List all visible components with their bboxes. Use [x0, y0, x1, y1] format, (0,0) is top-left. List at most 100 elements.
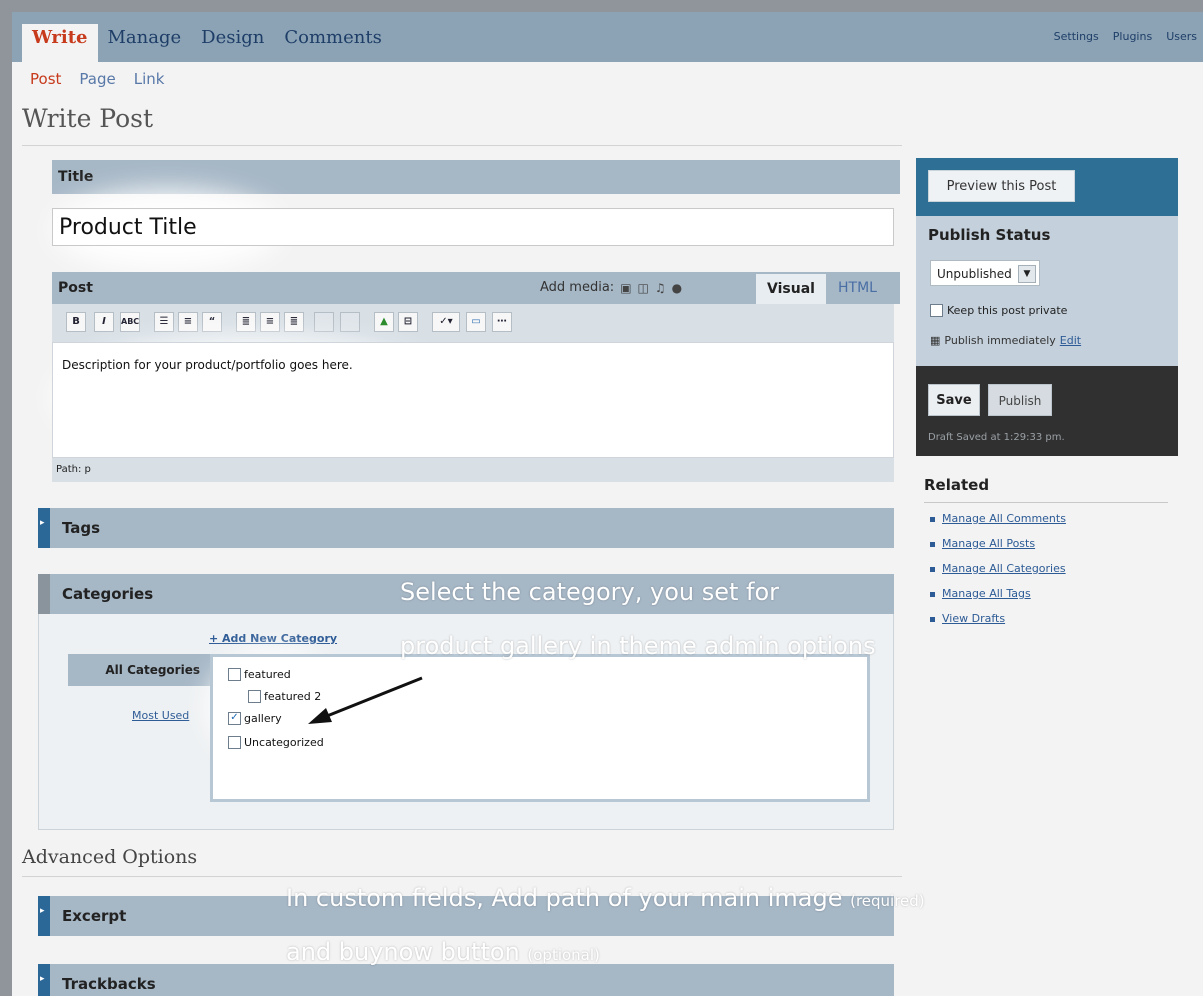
subtab-post[interactable]: Post: [30, 70, 61, 88]
category-checkbox[interactable]: [248, 690, 261, 703]
top-navigation: Write Manage Design Comments Settings Pl…: [12, 12, 1203, 62]
kitchen-sink-icon[interactable]: ⋯: [492, 312, 512, 332]
annotation-category-line1: Select the category, you set for: [400, 578, 780, 606]
insert-image-icon[interactable]: ▲: [374, 312, 394, 332]
unlink-icon[interactable]: [340, 312, 360, 332]
collapse-toggle-icon[interactable]: [38, 574, 50, 614]
calendar-icon: ▦: [930, 334, 941, 347]
related-link-drafts[interactable]: View Drafts: [930, 612, 1066, 637]
annotation-required: (required): [850, 892, 925, 910]
tab-most-used[interactable]: Most Used: [132, 709, 189, 722]
add-media-icon[interactable]: ●: [672, 281, 682, 295]
publish-timestamp: ▦ Publish immediately Edit: [930, 334, 1081, 347]
post-content-text: Description for your product/portfolio g…: [62, 358, 353, 372]
settings-link[interactable]: Settings: [1054, 30, 1099, 43]
user-nav: Settings Plugins Users: [1054, 30, 1197, 43]
status-select[interactable]: Unpublished ▼: [930, 260, 1040, 286]
fullscreen-icon[interactable]: ▭: [466, 312, 486, 332]
tab-write[interactable]: Write: [22, 24, 98, 62]
chevron-down-icon[interactable]: ▼: [1018, 265, 1036, 283]
excerpt-box-label: Excerpt: [62, 907, 127, 925]
wp-admin-window: Write Manage Design Comments Settings Pl…: [12, 12, 1203, 996]
publish-immediately-label: Publish immediately: [944, 334, 1056, 347]
category-item[interactable]: featured: [228, 668, 291, 681]
blockquote-icon[interactable]: “: [202, 312, 222, 332]
tab-visual[interactable]: Visual: [756, 274, 826, 304]
category-label: featured: [244, 668, 291, 681]
category-checkbox-checked[interactable]: ✓: [228, 712, 241, 725]
tab-manage[interactable]: Manage: [98, 24, 192, 52]
expand-toggle-icon[interactable]: [38, 896, 50, 936]
add-video-icon[interactable]: ◫: [638, 281, 649, 295]
related-divider: [924, 502, 1168, 503]
category-item[interactable]: Uncategorized: [228, 736, 324, 749]
related-link-comments[interactable]: Manage All Comments: [930, 512, 1066, 537]
users-link[interactable]: Users: [1166, 30, 1197, 43]
related-link-categories[interactable]: Manage All Categories: [930, 562, 1066, 587]
subtab-link[interactable]: Link: [134, 70, 165, 88]
trackbacks-box[interactable]: Trackbacks: [38, 964, 894, 996]
annotation-custom-line1: In custom fields, Add path of your main …: [286, 884, 925, 912]
add-media-label: Add media:: [540, 280, 615, 295]
draft-saved-status: Draft Saved at 1:29:33 pm.: [928, 432, 1065, 443]
title-divider: [22, 145, 902, 146]
add-media: Add media: ▣ ◫ ♫ ●: [540, 280, 682, 295]
category-label: gallery: [244, 712, 282, 725]
category-checkbox[interactable]: [228, 736, 241, 749]
align-right-icon[interactable]: ≣: [284, 312, 304, 332]
annotation-category-line2: product gallery in theme admin options: [400, 632, 876, 660]
annotation-optional: (optional): [527, 946, 600, 964]
link-icon[interactable]: [314, 312, 334, 332]
save-button[interactable]: Save: [928, 384, 980, 416]
annotation-custom-text: and buynow button: [286, 938, 520, 966]
related-links: Manage All Comments Manage All Posts Man…: [930, 512, 1066, 637]
align-left-icon[interactable]: ≣: [236, 312, 256, 332]
related-link-tags[interactable]: Manage All Tags: [930, 587, 1066, 612]
numbered-list-icon[interactable]: ≡: [178, 312, 198, 332]
tab-all-categories[interactable]: All Categories: [68, 654, 210, 686]
post-title-input[interactable]: Product Title: [52, 208, 894, 246]
category-checkbox[interactable]: [228, 668, 241, 681]
more-tag-icon[interactable]: ⊟: [398, 312, 418, 332]
trackbacks-box-label: Trackbacks: [62, 975, 156, 993]
sub-nav: Post Page Link: [30, 70, 164, 88]
main-nav: Write Manage Design Comments: [22, 24, 392, 62]
tab-comments[interactable]: Comments: [274, 24, 391, 52]
status-select-value: Unpublished: [937, 267, 1012, 281]
subtab-page[interactable]: Page: [79, 70, 115, 88]
tab-html[interactable]: HTML: [838, 280, 877, 296]
title-box-header: Title: [52, 160, 900, 194]
tab-design[interactable]: Design: [191, 24, 274, 52]
categories-box-label: Categories: [62, 585, 154, 603]
add-audio-icon[interactable]: ♫: [655, 281, 666, 295]
related-title: Related: [924, 476, 990, 494]
add-new-category-link[interactable]: + Add New Category: [209, 632, 337, 645]
arrow-annotation: [308, 676, 423, 724]
spellcheck-icon[interactable]: ✓▾: [432, 312, 460, 332]
advanced-divider: [22, 876, 902, 877]
align-center-icon[interactable]: ≡: [260, 312, 280, 332]
editor-toolbar: B I ABC ☰ ≡ “ ≣ ≡ ≣ ▲ ⊟ ✓▾ ▭ ⋯: [52, 304, 894, 342]
bullet-list-icon[interactable]: ☰: [154, 312, 174, 332]
preview-post-button[interactable]: Preview this Post: [928, 170, 1075, 202]
editor-path-bar: Path: p: [52, 458, 894, 482]
keep-private-option[interactable]: Keep this post private: [930, 304, 1067, 317]
category-item[interactable]: ✓ gallery: [228, 712, 282, 725]
publish-button[interactable]: Publish: [988, 384, 1052, 416]
page-title: Write Post: [22, 104, 154, 133]
italic-icon[interactable]: I: [94, 312, 114, 332]
related-link-posts[interactable]: Manage All Posts: [930, 537, 1066, 562]
expand-toggle-icon[interactable]: [38, 508, 50, 548]
keep-private-checkbox[interactable]: [930, 304, 943, 317]
category-label: Uncategorized: [244, 736, 324, 749]
keep-private-label: Keep this post private: [947, 304, 1068, 317]
bold-icon[interactable]: B: [66, 312, 86, 332]
expand-toggle-icon[interactable]: [38, 964, 50, 996]
advanced-options-title: Advanced Options: [22, 846, 198, 868]
edit-timestamp-link[interactable]: Edit: [1060, 334, 1081, 347]
add-image-icon[interactable]: ▣: [620, 281, 631, 295]
publish-status-title: Publish Status: [928, 226, 1051, 244]
strikethrough-icon[interactable]: ABC: [120, 312, 140, 332]
tags-box[interactable]: Tags: [38, 508, 894, 548]
plugins-link[interactable]: Plugins: [1113, 30, 1152, 43]
